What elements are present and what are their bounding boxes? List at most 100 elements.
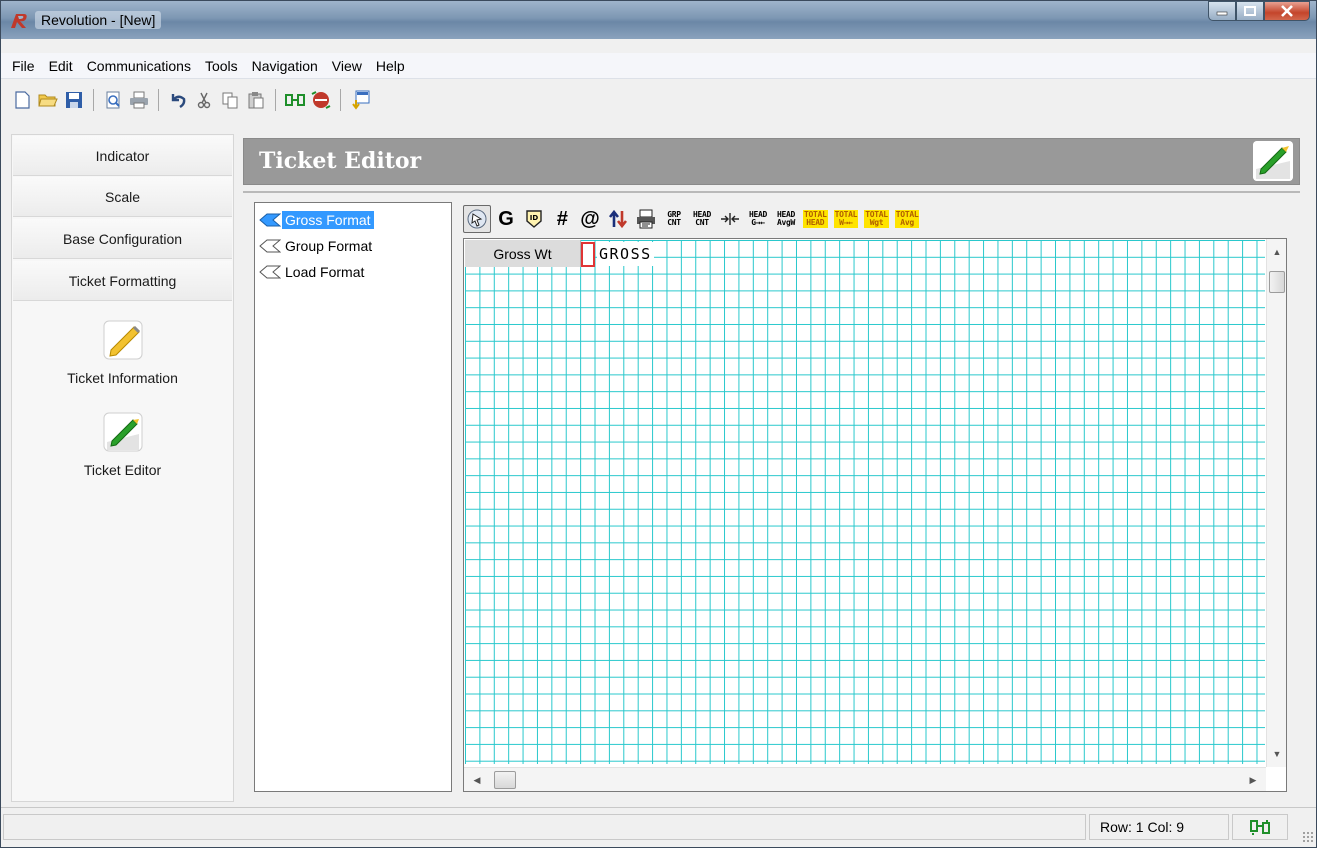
close-button[interactable] [1264,1,1310,21]
save-icon [66,92,82,108]
scroll-down-icon[interactable]: ▼ [1267,745,1287,763]
menu-navigation[interactable]: Navigation [245,58,325,74]
grid-text-field[interactable]: GROSS [597,242,654,266]
scroll-right-icon[interactable]: ▶ [1244,771,1262,789]
print-button[interactable] [128,89,150,111]
minimize-button[interactable] [1208,1,1236,21]
tree-item-label: Group Format [285,238,373,254]
ticket-grid[interactable] [465,240,1265,764]
group-count-button[interactable]: GRP CNT [661,205,687,233]
id-field-button[interactable]: ID [521,205,547,233]
gross-field-button[interactable]: G [493,205,519,233]
nav-scale[interactable]: Scale [13,177,232,217]
menu-file[interactable]: File [5,58,42,74]
svg-text:ID: ID [530,214,539,222]
save-button[interactable] [63,89,85,111]
editor-toolbar: G ID # @ GRP CNT HEAD CNT HEAD G→← HEAD AvgW… [463,203,921,235]
ticket-editor-icon [1253,141,1293,181]
connect-button[interactable] [284,89,306,111]
undo-icon [171,94,186,109]
nav-indicator[interactable]: Indicator [13,136,232,176]
format-node-icon [259,239,281,253]
export-button[interactable] [349,89,371,111]
spacing-button[interactable] [717,205,743,233]
group-count-line2: CNT [667,218,681,227]
horizontal-scrollbar[interactable]: ◀ ▶ [464,767,1266,791]
total-weight-line2: W→← [839,218,853,227]
cursor-position: Row: 1 Col: 9 [1089,814,1229,840]
vertical-scroll-thumb[interactable] [1269,271,1285,293]
paste-icon [248,92,264,109]
maximize-icon [1244,6,1256,16]
menu-bar: File Edit Communications Tools Navigatio… [1,53,1316,79]
total-weight-button[interactable]: TOTAL W→← [832,205,861,233]
ticket-information-icon [103,320,142,360]
spacing-icon [721,213,739,225]
menu-tools[interactable]: Tools [198,58,245,74]
swap-button[interactable] [605,205,631,233]
nav-ticket-formatting[interactable]: Ticket Formatting [13,261,232,301]
tree-item-label: Gross Format [282,211,374,229]
toolbar-separator [93,89,94,111]
id-badge-icon: ID [526,210,542,228]
title-bar[interactable]: Revolution - [New] [1,1,1316,39]
resize-grip[interactable] [1302,831,1314,843]
page-title: Ticket Editor [259,148,422,174]
connection-status [1232,814,1288,840]
total-wgt-button[interactable]: TOTAL Wgt [862,205,891,233]
ticket-grid-frame: Gross Wt GROSS ▲ ▼ ◀ ▶ [463,238,1287,792]
tree-item-group-format[interactable]: Group Format [255,233,451,259]
nav-base-configuration[interactable]: Base Configuration [13,219,232,259]
menu-help[interactable]: Help [369,58,412,74]
disconnect-icon [311,91,331,109]
print-preview-button[interactable] [102,89,124,111]
window-title: Revolution - [New] [35,11,162,29]
select-tool-button[interactable] [463,205,491,233]
select-tool-icon [467,209,487,229]
ticket-information-tool[interactable]: Ticket Information [12,318,233,386]
connection-status-icon [1250,820,1270,835]
scroll-left-icon[interactable]: ◀ [468,771,486,789]
head-avg-weight-button[interactable]: HEAD AvgW [773,205,799,233]
format-tree: Gross Format Group Format Load Format [254,202,452,792]
export-icon [352,90,370,110]
ticket-information-label: Ticket Information [67,370,178,386]
copy-button[interactable] [219,89,241,111]
new-button[interactable] [11,89,33,111]
head-count-line2: CNT [695,218,709,227]
tree-item-gross-format[interactable]: Gross Format [255,207,451,233]
tree-item-load-format[interactable]: Load Format [255,259,451,285]
open-button[interactable] [37,89,59,111]
print-preview-icon [106,91,120,109]
ticket-editor-tool[interactable]: Ticket Editor [12,410,233,478]
total-avg-button[interactable]: TOTAL Avg [893,205,922,233]
cut-button[interactable] [193,89,215,111]
connect-icon [285,94,305,106]
navigation-panel: Indicator Scale Base Configuration Ticke… [11,134,234,802]
minimize-icon [1216,11,1228,16]
menu-communications[interactable]: Communications [80,58,198,74]
print-field-button[interactable] [633,205,659,233]
window-controls [1208,1,1310,23]
number-field-button[interactable]: # [549,205,575,233]
vertical-scrollbar[interactable]: ▲ ▼ [1266,239,1286,767]
total-head-button[interactable]: TOTAL HEAD [801,205,830,233]
head-count-button[interactable]: HEAD CNT [689,205,715,233]
printer-icon [637,209,655,229]
menu-edit[interactable]: Edit [42,58,80,74]
scroll-up-icon[interactable]: ▲ [1267,243,1287,261]
paste-button[interactable] [245,89,267,111]
total-avg-line2: Avg [900,218,914,227]
page-header: Ticket Editor [243,138,1300,185]
head-avg-weight-line2: AvgW [776,218,796,227]
at-field-button[interactable]: @ [577,205,603,233]
maximize-button[interactable] [1236,1,1264,21]
undo-button[interactable] [167,89,189,111]
menu-view[interactable]: View [325,58,369,74]
disconnect-button[interactable] [310,89,332,111]
total-head-line2: HEAD [806,218,825,227]
total-wgt-line2: Wgt [869,218,884,227]
print-icon [130,91,148,109]
horizontal-scroll-thumb[interactable] [494,771,516,789]
head-gross-button[interactable]: HEAD G→← [745,205,771,233]
